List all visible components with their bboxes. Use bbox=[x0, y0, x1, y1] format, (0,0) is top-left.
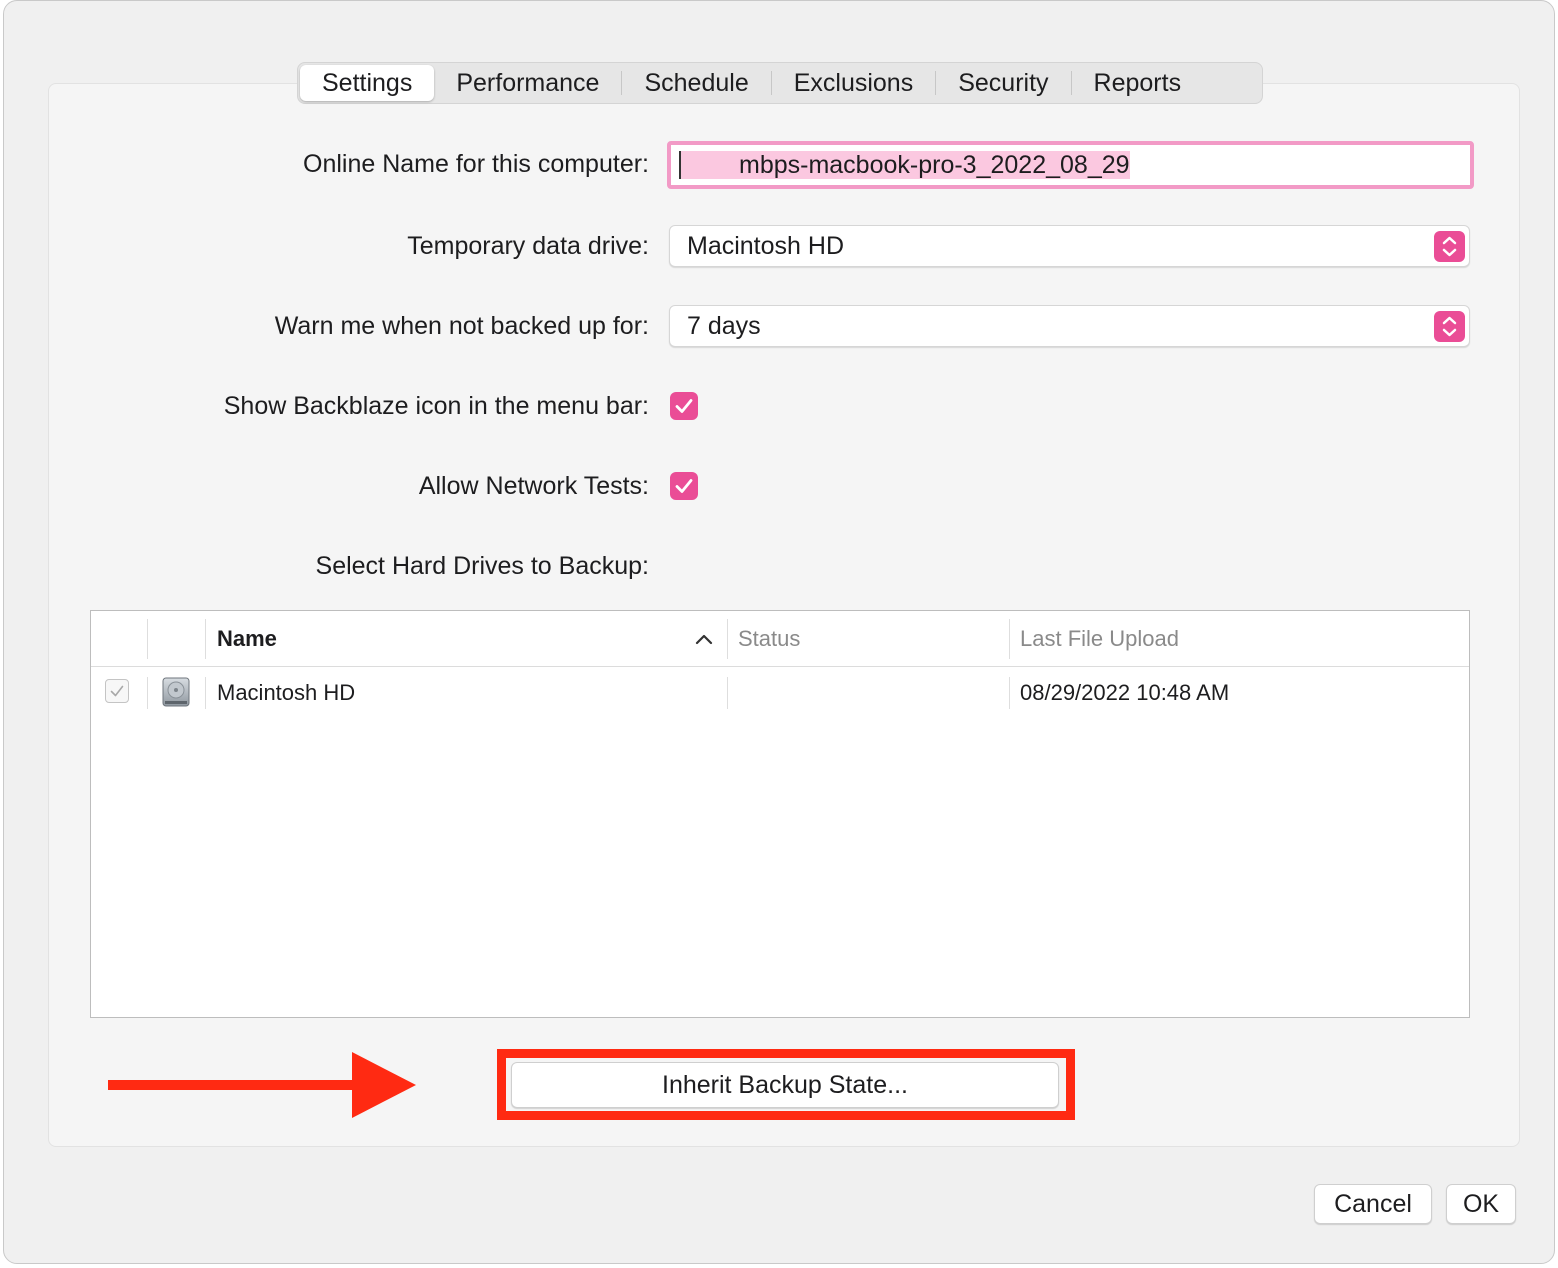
column-separator bbox=[205, 619, 206, 659]
column-separator bbox=[727, 677, 728, 709]
tab-reports[interactable]: Reports bbox=[1072, 65, 1204, 101]
show-icon-checkbox[interactable] bbox=[670, 392, 698, 420]
show-icon-label: Show Backblaze icon in the menu bar: bbox=[223, 392, 649, 420]
cancel-button[interactable]: Cancel bbox=[1314, 1184, 1432, 1224]
network-tests-checkbox[interactable] bbox=[670, 472, 698, 500]
temp-drive-label: Temporary data drive: bbox=[407, 232, 649, 260]
drives-label: Select Hard Drives to Backup: bbox=[315, 552, 649, 580]
network-tests-label: Allow Network Tests: bbox=[418, 472, 649, 500]
warn-label: Warn me when not backed up for: bbox=[274, 312, 649, 340]
column-separator bbox=[147, 619, 148, 659]
select-stepper-icon bbox=[1434, 231, 1465, 262]
warn-value: 7 days bbox=[687, 312, 761, 340]
column-separator bbox=[205, 677, 206, 709]
table-header: Name Status Last File Upload bbox=[91, 611, 1469, 667]
drive-row-checkbox[interactable] bbox=[105, 679, 129, 703]
checkmark-icon bbox=[110, 685, 124, 697]
inherit-backup-state-button[interactable]: Inherit Backup State... bbox=[511, 1062, 1059, 1108]
column-header-last-upload[interactable]: Last File Upload bbox=[1020, 611, 1179, 667]
tab-performance[interactable]: Performance bbox=[434, 65, 621, 101]
checkmark-icon bbox=[675, 479, 693, 493]
online-name-selection-prefix bbox=[679, 151, 739, 179]
online-name-label: Online Name for this computer: bbox=[303, 150, 649, 178]
tab-settings[interactable]: Settings bbox=[300, 65, 435, 101]
temp-drive-select[interactable]: Macintosh HD bbox=[669, 225, 1470, 267]
column-separator bbox=[1009, 619, 1010, 659]
sort-ascending-icon bbox=[695, 634, 713, 645]
tab-security[interactable]: Security bbox=[936, 65, 1070, 101]
tab-exclusions[interactable]: Exclusions bbox=[772, 65, 936, 101]
annotation-arrow-icon bbox=[108, 1052, 416, 1118]
select-stepper-icon bbox=[1434, 311, 1465, 342]
online-name-field[interactable]: mbps-macbook-pro-3_2022_08_29 bbox=[667, 141, 1474, 189]
drives-table: Name Status Last File Upload Macintosh H… bbox=[90, 610, 1470, 1018]
column-separator bbox=[727, 619, 728, 659]
warn-select[interactable]: 7 days bbox=[669, 305, 1470, 347]
drive-name-cell: Macintosh HD bbox=[217, 680, 356, 705]
checkmark-icon bbox=[675, 399, 693, 413]
ok-button[interactable]: OK bbox=[1446, 1184, 1516, 1224]
hard-drive-icon bbox=[162, 677, 190, 707]
column-header-name[interactable]: Name bbox=[217, 611, 277, 667]
column-header-status[interactable]: Status bbox=[738, 611, 800, 667]
online-name-value: mbps-macbook-pro-3_2022_08_29 bbox=[739, 151, 1130, 179]
tab-schedule[interactable]: Schedule bbox=[622, 65, 770, 101]
column-separator bbox=[1009, 677, 1010, 709]
drive-last-upload-cell: 08/29/2022 10:48 AM bbox=[1020, 680, 1230, 705]
tab-bar: Settings Performance Schedule Exclusions… bbox=[297, 62, 1263, 104]
column-separator bbox=[147, 677, 148, 709]
temp-drive-value: Macintosh HD bbox=[687, 232, 844, 260]
